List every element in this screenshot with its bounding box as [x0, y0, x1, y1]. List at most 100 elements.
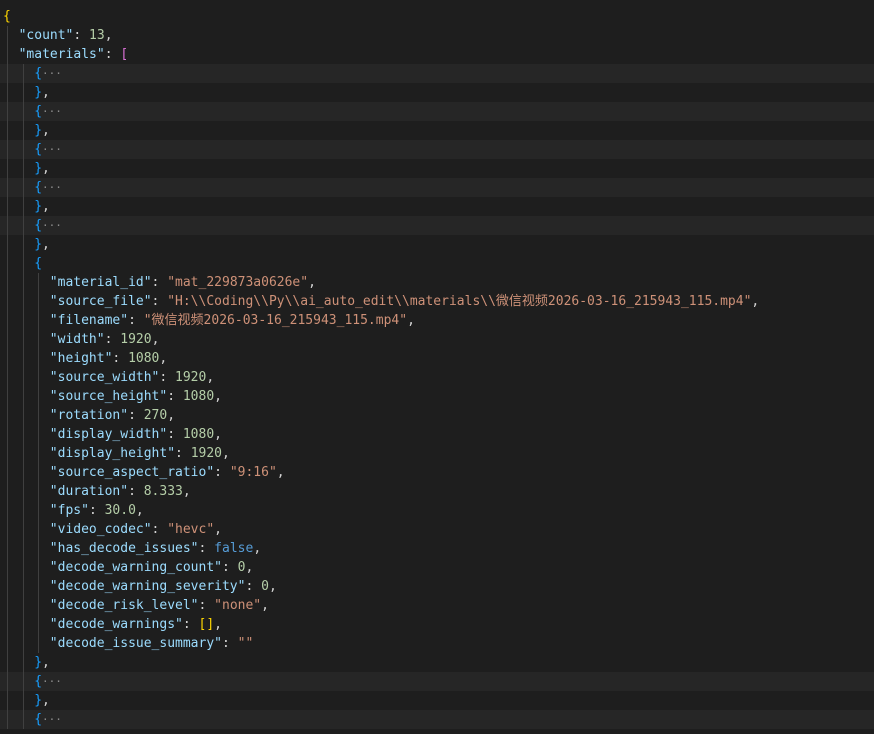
code-line[interactable]: "video_codec": "hevc", [0, 520, 874, 539]
json-key: "source_height" [49, 389, 168, 404]
fold-ellipsis[interactable]: ··· [42, 105, 62, 118]
indent-guide [7, 387, 8, 406]
indent-guide [38, 520, 40, 539]
code-line[interactable]: "source_height": 1080, [0, 387, 874, 406]
code-line[interactable]: "decode_warnings": [], [0, 615, 874, 634]
code-line[interactable]: "count": 13, [0, 26, 874, 45]
folded-code-line[interactable]: {··· [0, 140, 874, 159]
indent-guide [7, 254, 8, 273]
json-key: "video_codec" [49, 522, 152, 537]
indent-guide [38, 482, 40, 501]
code-line[interactable]: "decode_warning_severity": 0, [0, 577, 874, 596]
code-line[interactable]: }, [0, 121, 874, 140]
json-key: "decode_warning_severity" [49, 579, 246, 594]
token: , [42, 199, 50, 214]
fold-ellipsis[interactable]: ··· [42, 219, 62, 232]
code-line[interactable]: "width": 1920, [0, 330, 874, 349]
folded-code-line[interactable]: {··· [0, 64, 874, 83]
indent-guide [22, 634, 24, 653]
code-line[interactable]: "height": 1080, [0, 349, 874, 368]
json-key: "filename" [49, 313, 129, 328]
indent-guide [7, 539, 8, 558]
folded-code-line[interactable]: {··· [0, 102, 874, 121]
indent-guide [22, 672, 24, 691]
indent-guide [22, 178, 24, 197]
indent-guide [7, 577, 8, 596]
code-line[interactable]: }, [0, 159, 874, 178]
folded-code-line[interactable]: {··· [0, 216, 874, 235]
json-number: 8.333 [143, 484, 183, 499]
json-key: "display_height" [49, 446, 176, 461]
code-line[interactable]: "source_file": "H:\\Coding\\Py\\ai_auto_… [0, 292, 874, 311]
indent-guide [7, 197, 8, 216]
json-key: "has_decode_issues" [49, 541, 199, 556]
fold-ellipsis[interactable]: ··· [42, 713, 62, 726]
json-key: "decode_warnings" [49, 617, 183, 632]
folded-code-line[interactable]: {··· [0, 178, 874, 197]
indent-guide [38, 330, 40, 349]
code-line[interactable]: "filename": "微信视频2026-03-16_215943_115.m… [0, 311, 874, 330]
code-line-content: {··· [34, 672, 62, 691]
json-bracket: { [34, 256, 43, 271]
code-line[interactable]: "duration": 8.333, [0, 482, 874, 501]
json-key: "duration" [49, 484, 129, 499]
code-line-content: {··· [34, 710, 62, 729]
indent-guide [22, 406, 24, 425]
fold-ellipsis[interactable]: ··· [42, 675, 62, 688]
fold-ellipsis[interactable]: ··· [42, 143, 62, 156]
indent-guide [38, 444, 40, 463]
code-line[interactable]: }, [0, 691, 874, 710]
code-line[interactable]: "source_aspect_ratio": "9:16", [0, 463, 874, 482]
indent-guide [7, 121, 8, 140]
code-line[interactable]: "decode_risk_level": "none", [0, 596, 874, 615]
folded-code-line[interactable]: {··· [0, 672, 874, 691]
indent-guide [22, 102, 24, 121]
code-line-content: { [3, 7, 11, 26]
folded-code-line[interactable]: {··· [0, 710, 874, 729]
code-line[interactable]: "rotation": 270, [0, 406, 874, 425]
code-line[interactable]: "materials": [ [0, 45, 874, 64]
code-line[interactable]: "fps": 30.0, [0, 501, 874, 520]
json-editor[interactable]: {"count": 13, "materials": [{···}, {···},{… [0, 0, 874, 734]
fold-ellipsis[interactable]: ··· [42, 181, 62, 194]
indent-guide [38, 558, 40, 577]
token: , [214, 522, 222, 537]
indent-guide [7, 672, 8, 691]
indent-guide [7, 349, 8, 368]
token: , [253, 541, 262, 556]
code-line-content: "decode_risk_level": "none", [50, 596, 269, 615]
indent-guide [22, 311, 24, 330]
indent-guide [7, 653, 8, 672]
code-line[interactable]: }, [0, 197, 874, 216]
code-line-content: "source_width": 1920, [50, 368, 214, 387]
indent-guide [7, 83, 8, 102]
code-line[interactable]: }, [0, 83, 874, 102]
code-line[interactable]: "decode_issue_summary": "" [0, 634, 874, 653]
code-line[interactable]: { [0, 7, 874, 26]
code-line[interactable]: "decode_warning_count": 0, [0, 558, 874, 577]
code-line[interactable]: }, [0, 653, 874, 672]
code-line-content: "decode_warnings": [], [50, 615, 222, 634]
indent-guide [38, 463, 40, 482]
code-line-content: "decode_warning_count": 0, [50, 558, 254, 577]
code-line[interactable]: "material_id": "mat_229873a0626e", [0, 273, 874, 292]
token: , [42, 693, 50, 708]
indent-guide [38, 273, 40, 292]
indent-guide [22, 596, 24, 615]
json-bracket: } [34, 199, 43, 214]
json-key: "materials" [18, 47, 105, 62]
code-line[interactable]: "display_height": 1920, [0, 444, 874, 463]
token: , [104, 28, 113, 43]
json-string: "mat_229873a0626e" [167, 275, 309, 290]
code-line[interactable]: "display_width": 1080, [0, 425, 874, 444]
json-bracket: } [34, 161, 43, 176]
code-line[interactable]: "has_decode_issues": false, [0, 539, 874, 558]
indent-guide [22, 330, 24, 349]
fold-ellipsis[interactable]: ··· [42, 67, 62, 80]
token: , [214, 427, 222, 442]
code-line-content: {··· [34, 102, 62, 121]
code-line[interactable]: }, [0, 235, 874, 254]
code-line[interactable]: { [0, 254, 874, 273]
code-line[interactable]: "source_width": 1920, [0, 368, 874, 387]
token: : [151, 522, 168, 537]
